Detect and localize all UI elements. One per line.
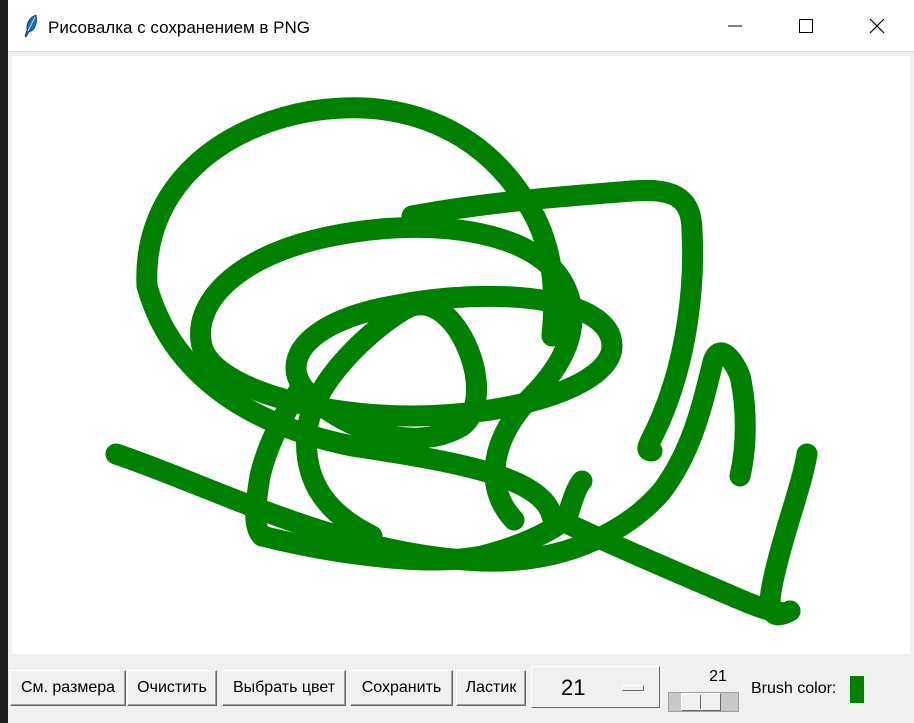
- app-window: Рисовалка с сохранением в PNG См. размер…: [8, 0, 914, 723]
- title-bar: Рисовалка с сохранением в PNG: [8, 0, 914, 52]
- desktop-background: [0, 0, 8, 723]
- maximize-button[interactable]: [771, 0, 841, 52]
- eraser-button[interactable]: Ластик: [456, 670, 526, 706]
- brush-size-optionmenu[interactable]: 21: [531, 666, 660, 708]
- minimize-button[interactable]: [700, 0, 770, 52]
- slider-notch: [700, 695, 701, 709]
- close-icon: [869, 18, 885, 34]
- feather-icon: [24, 14, 37, 38]
- clear-button[interactable]: Очистить: [127, 670, 217, 706]
- dropdown-indicator-icon: [622, 685, 644, 691]
- maximize-icon: [799, 19, 813, 33]
- save-button[interactable]: Сохранить: [350, 670, 453, 706]
- resize-canvas-button[interactable]: См. размера: [10, 670, 126, 706]
- choose-color-button[interactable]: Выбрать цвет: [222, 670, 346, 706]
- minimize-icon: [728, 25, 742, 27]
- drawing-strokes: [105, 97, 818, 626]
- brush-size-value: 21: [561, 675, 586, 700]
- green-stroke: [105, 97, 818, 626]
- brush-size-scale[interactable]: [668, 692, 739, 712]
- scale-slider-handle[interactable]: [681, 693, 721, 711]
- close-button[interactable]: [842, 0, 912, 52]
- drawing-canvas[interactable]: [12, 56, 910, 654]
- brush-color-label: Brush color:: [751, 680, 837, 697]
- scale-value-label: 21: [709, 668, 727, 685]
- bottom-toolbar: См. размера Очистить Выбрать цвет Сохран…: [8, 666, 914, 716]
- brush-color-swatch: [850, 676, 864, 703]
- window-title: Рисовалка с сохранением в PNG: [48, 18, 310, 37]
